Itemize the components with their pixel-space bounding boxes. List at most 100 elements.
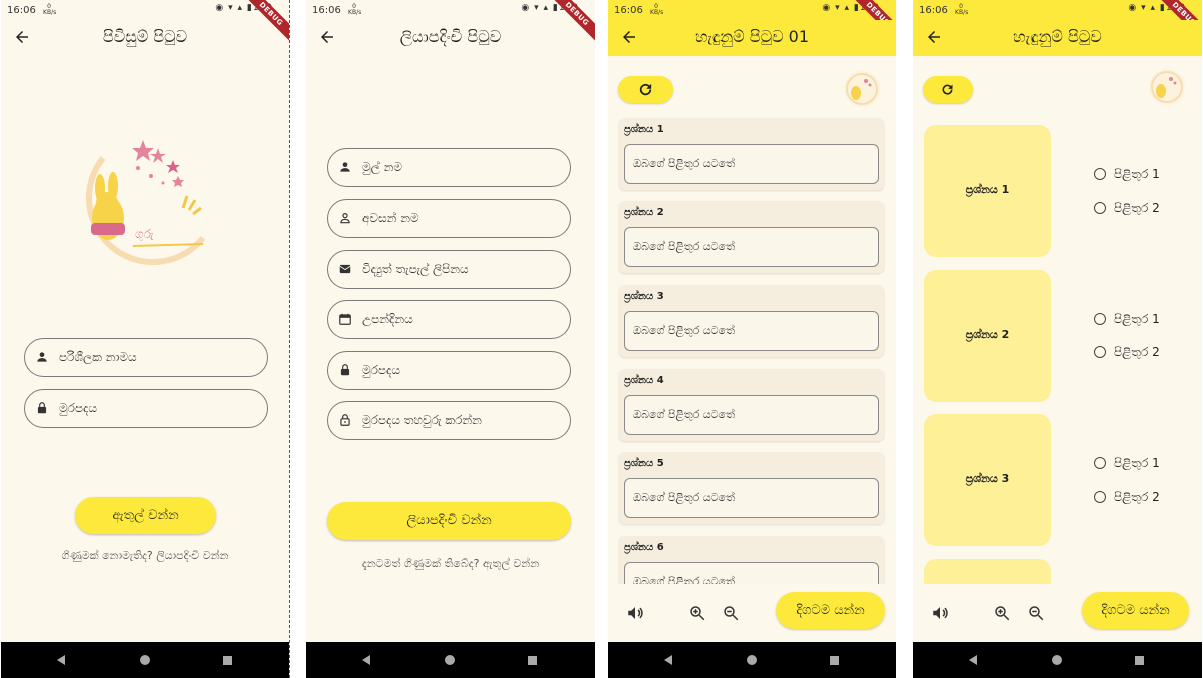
confirm-password-placeholder: මුරපදය තහවුරු කරන්න xyxy=(362,413,482,427)
question-card-4: ප්‍රශ්නය 4 ඔබගේ පිළිතුර යටතේ xyxy=(619,369,884,441)
system-nav-bar xyxy=(1,642,289,678)
last-name-input[interactable]: අවසන් නම xyxy=(327,199,571,238)
nav-home-icon[interactable] xyxy=(445,655,455,665)
question-card-5: ප්‍රශ්නය 5 ඔබගේ පිළිතුර යටතේ xyxy=(619,452,884,524)
last-name-placeholder: අවසන් නම xyxy=(362,211,419,225)
person-icon xyxy=(37,352,47,362)
app-bar: හැඳුනුම් පිටුව xyxy=(913,20,1202,56)
radio-icon xyxy=(1094,346,1106,358)
page-title: ලියාපදිංචි පිටුව xyxy=(399,27,502,46)
username-input[interactable]: පරිශීලක නාමය xyxy=(24,338,268,377)
status-bar: 16:06 0 KB/s ◉ ▾ ▴ ▮100 xyxy=(608,0,896,20)
radio-icon xyxy=(1094,457,1106,469)
question-tile-2: ප්‍රශ්නය 2 xyxy=(924,270,1051,402)
answer-placeholder: ඔබගේ පිළිතුර යටතේ xyxy=(633,491,736,504)
nav-recent-icon[interactable] xyxy=(223,656,232,665)
option-q1-b[interactable]: පිළිතුර 2 xyxy=(1094,201,1160,216)
option-label: පිළිතුර 1 xyxy=(1114,167,1160,181)
nav-back-icon[interactable] xyxy=(969,655,977,665)
birthday-input[interactable]: උපන්දිනය xyxy=(327,300,571,339)
status-time: 16:06 xyxy=(919,5,948,16)
refresh-icon xyxy=(639,83,652,96)
question-label: ප්‍රශ්නය 1 xyxy=(965,183,1010,196)
status-bar: 16:06 0 KB/s ◉ ▾ ▴ ▮100 xyxy=(913,0,1202,20)
option-q3-a[interactable]: පිළිතුර 1 xyxy=(1094,456,1160,471)
mcq-screen: 16:06 0 KB/s ◉ ▾ ▴ ▮100 DEBUG හැඳුනුම් ප… xyxy=(913,0,1202,678)
question-card-1: ප්‍රශ්නය 1 ඔබගේ පිළිතුර යටතේ xyxy=(619,118,884,190)
question-tile-1: ප්‍රශ්නය 1 xyxy=(924,125,1051,257)
question-card-2: ප්‍රශ්නය 2 ඔබගේ පිළිතුර යටතේ xyxy=(619,201,884,273)
logo-graphic xyxy=(846,73,878,105)
question-label: ප්‍රශ්නය 5 xyxy=(624,458,664,469)
option-q2-a[interactable]: පිළිතුර 1 xyxy=(1094,312,1160,327)
nav-recent-icon[interactable] xyxy=(528,656,537,665)
option-label: පිළිතුර 2 xyxy=(1114,201,1160,215)
email-input[interactable]: විද්‍යුත් තැපැල් ලිපිනය xyxy=(327,250,571,289)
zoom-out-icon[interactable] xyxy=(1027,604,1045,622)
zoom-in-icon[interactable] xyxy=(993,604,1011,622)
question-tile-3: ප්‍රශ්නය 3 xyxy=(924,414,1051,546)
first-name-placeholder: මුල් නම xyxy=(362,160,402,174)
question-label: ප්‍රශ්නය 1 xyxy=(624,124,664,135)
lock-outline-icon xyxy=(340,414,350,426)
radio-icon xyxy=(1094,168,1106,180)
confirm-password-input[interactable]: මුරපදය තහවුරු කරන්න xyxy=(327,401,571,440)
answer-input[interactable]: ඔබගේ පිළිතුර යටතේ xyxy=(624,311,879,351)
status-time: 16:06 xyxy=(312,5,341,16)
nav-home-icon[interactable] xyxy=(1052,655,1062,665)
status-bar: 16:06 0 KB/s ◉ ▾ ▴ ▮100 xyxy=(306,0,595,20)
mini-logo xyxy=(844,71,880,107)
login-link[interactable]: දැනටමත් ගිණුමක් තිබේද? ඇතුල් වන්න xyxy=(306,557,595,571)
option-q3-b[interactable]: පිළිතුර 2 xyxy=(1094,490,1160,505)
nav-recent-icon[interactable] xyxy=(830,656,839,665)
answer-input[interactable]: ඔබගේ පිළිතුර යටතේ xyxy=(624,395,879,435)
logo-text: ගුරු xyxy=(135,227,155,241)
question-label: ප්‍රශ්නය 2 xyxy=(624,207,664,218)
app-bar: පිවිසුම් පිටුව xyxy=(1,20,289,56)
nav-back-icon[interactable] xyxy=(664,655,672,665)
login-button[interactable]: ඇතුල් වන්න xyxy=(75,497,216,534)
page-title: හැඳුනුම් පිටුව 01 xyxy=(694,27,810,46)
answer-input[interactable]: ඔබගේ පිළිතුර යටතේ xyxy=(624,227,879,267)
answer-input[interactable]: ඔබගේ පිළිතුර යටතේ xyxy=(624,144,879,184)
speaker-icon[interactable] xyxy=(931,604,949,622)
person-icon xyxy=(340,162,350,172)
email-icon xyxy=(339,264,351,274)
radio-icon xyxy=(1094,313,1106,325)
nav-back-icon[interactable] xyxy=(362,655,370,665)
option-label: පිළිතුර 1 xyxy=(1114,312,1160,326)
answer-placeholder: ඔබගේ පිළිතුර යටතේ xyxy=(633,408,736,421)
bottom-toolbar: දිගටම යන්න xyxy=(608,584,896,642)
logo-graphic xyxy=(1151,71,1183,103)
refresh-button[interactable] xyxy=(923,76,973,103)
option-q2-b[interactable]: පිළිතුර 2 xyxy=(1094,345,1160,360)
option-q1-a[interactable]: පිළිතුර 1 xyxy=(1094,167,1160,182)
zoom-in-icon[interactable] xyxy=(688,604,706,622)
system-nav-bar xyxy=(913,642,1202,678)
nav-home-icon[interactable] xyxy=(747,655,757,665)
login-screen: 16:06 0 KB/s ◉ ▾ ▴ ▮100 DEBUG පිවිසුම් ප… xyxy=(1,0,290,678)
answer-input[interactable]: ඔබගේ පිළිතුර යටතේ xyxy=(624,478,879,518)
password-input[interactable]: මුරපදය xyxy=(24,389,268,428)
page-title: හැඳුනුම් පිටුව xyxy=(1013,27,1102,46)
nav-back-icon[interactable] xyxy=(57,655,65,665)
refresh-icon xyxy=(942,84,953,95)
app-logo: ගුරු xyxy=(86,140,206,266)
nav-home-icon[interactable] xyxy=(140,655,150,665)
continue-button[interactable]: දිගටම යන්න xyxy=(776,592,885,629)
person-outline-icon xyxy=(340,213,350,224)
password-input[interactable]: මුරපදය xyxy=(327,351,571,390)
continue-button[interactable]: දිගටම යන්න xyxy=(1082,592,1189,629)
radio-icon xyxy=(1094,202,1106,214)
refresh-button[interactable] xyxy=(618,76,673,103)
radio-icon xyxy=(1094,491,1106,503)
zoom-out-icon[interactable] xyxy=(722,604,740,622)
nav-recent-icon[interactable] xyxy=(1135,656,1144,665)
question-label: ප්‍රශ්නය 3 xyxy=(624,291,664,302)
first-name-input[interactable]: මුල් නම xyxy=(327,148,571,187)
register-button[interactable]: ලියාපදිංචි වන්න xyxy=(327,502,571,540)
option-label: පිළිතුර 2 xyxy=(1114,345,1160,359)
network-speed: 0 KB/s xyxy=(43,3,57,16)
speaker-icon[interactable] xyxy=(626,604,644,622)
signup-link[interactable]: ගිණුමක් නොමැතිද? ලියාපදිංචි වන්න xyxy=(1,549,289,563)
